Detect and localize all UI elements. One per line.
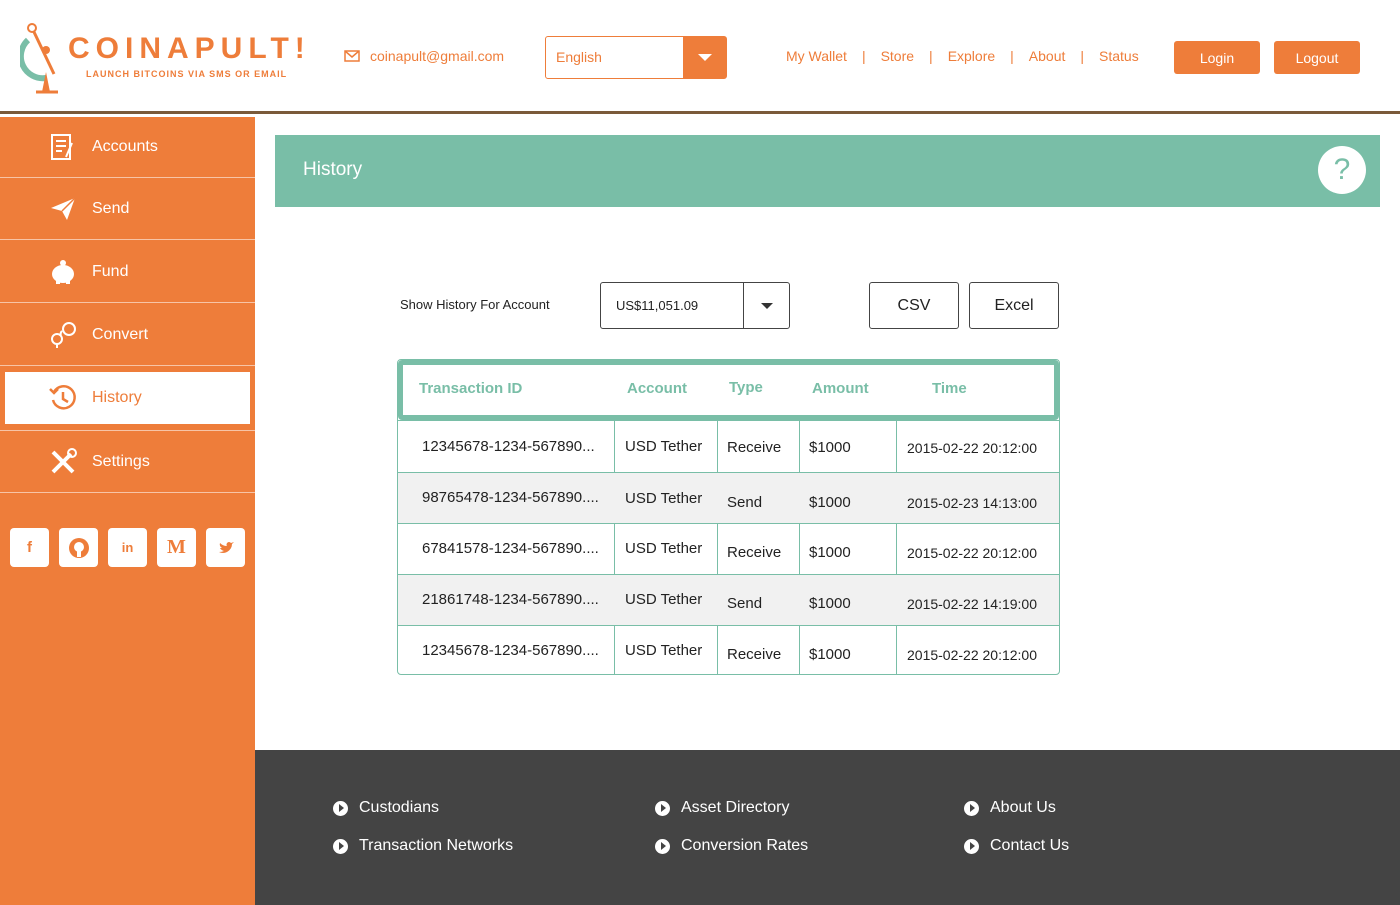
footer-link-custodians[interactable]: Custodians bbox=[333, 799, 439, 817]
table-header: Transaction ID Account Type Amount Time bbox=[398, 360, 1059, 420]
sidebar-item-label: Fund bbox=[92, 262, 129, 280]
twitter-icon[interactable] bbox=[206, 528, 245, 567]
page-title: History bbox=[303, 159, 363, 180]
sidebar-item-label: Settings bbox=[92, 452, 150, 470]
brand-tagline: LAUNCH BITCOINS VIA SMS OR EMAIL bbox=[86, 69, 288, 79]
linkedin-icon[interactable]: in bbox=[108, 528, 147, 567]
sidebar-item-fund[interactable]: Fund bbox=[0, 241, 255, 303]
chevron-down-icon[interactable] bbox=[683, 37, 726, 78]
page-header: History ? bbox=[275, 135, 1380, 207]
sidebar-item-settings[interactable]: Settings bbox=[0, 431, 255, 493]
paper-plane-icon bbox=[48, 194, 78, 224]
facebook-icon[interactable]: f bbox=[10, 528, 49, 567]
nav-status[interactable]: Status bbox=[1099, 48, 1139, 64]
medium-icon[interactable]: M bbox=[157, 528, 196, 567]
catapult-icon bbox=[20, 23, 58, 94]
coinapult-logo[interactable]: COINAPULT! LAUNCH BITCOINS VIA SMS OR EM… bbox=[20, 22, 305, 94]
csv-button[interactable]: CSV bbox=[869, 282, 959, 329]
chevron-right-icon bbox=[333, 838, 348, 854]
email-text: coinapult@gmail.com bbox=[370, 48, 505, 64]
top-nav: My Wallet | Store | Explore | About | St… bbox=[786, 48, 1139, 64]
sidebar-item-label: History bbox=[92, 389, 142, 406]
envelope-icon bbox=[344, 50, 360, 62]
column-header[interactable]: Type bbox=[729, 379, 763, 396]
nav-store[interactable]: Store bbox=[881, 48, 914, 64]
footer-link-asset-directory[interactable]: Asset Directory bbox=[655, 799, 789, 817]
column-header[interactable]: Transaction ID bbox=[419, 380, 522, 397]
contact-email[interactable]: coinapult@gmail.com bbox=[344, 48, 504, 64]
account-select[interactable]: US$11,051.09 bbox=[600, 282, 790, 329]
github-icon[interactable] bbox=[59, 528, 98, 567]
footer-link-contact-us[interactable]: Contact Us bbox=[964, 837, 1069, 855]
history-table: Transaction ID Account Type Amount Time … bbox=[397, 359, 1060, 675]
language-select[interactable]: English bbox=[545, 36, 727, 79]
account-filter-label: Show History For Account bbox=[400, 297, 550, 312]
account-value: US$11,051.09 bbox=[616, 298, 699, 313]
accounts-icon bbox=[48, 132, 78, 162]
login-button[interactable]: Login bbox=[1174, 41, 1260, 74]
header: COINAPULT! LAUNCH BITCOINS VIA SMS OR EM… bbox=[0, 0, 1400, 114]
sidebar-item-accounts[interactable]: Accounts bbox=[0, 117, 255, 178]
sidebar-item-label: Convert bbox=[92, 325, 149, 343]
footer: Custodians Transaction Networks Asset Di… bbox=[255, 750, 1400, 905]
nav-about[interactable]: About bbox=[1029, 48, 1066, 64]
sidebar-item-history[interactable]: History bbox=[0, 367, 255, 431]
history-icon bbox=[48, 383, 78, 413]
table-row[interactable]: 21861748-1234-567890.... USD Tether Send… bbox=[398, 574, 1059, 625]
sidebar: Accounts Send Fund Convert History Setti… bbox=[0, 117, 255, 905]
column-header[interactable]: Account bbox=[627, 380, 687, 397]
sidebar-item-convert[interactable]: Convert bbox=[0, 304, 255, 366]
excel-button[interactable]: Excel bbox=[969, 282, 1059, 329]
logout-button[interactable]: Logout bbox=[1274, 41, 1360, 74]
convert-icon bbox=[48, 320, 78, 350]
brand-name: COINAPULT! bbox=[68, 32, 311, 65]
table-row[interactable]: 12345678-1234-567890.... USD Tether Rece… bbox=[398, 625, 1059, 674]
table-row[interactable]: 12345678-1234-567890... USD Tether Recei… bbox=[398, 420, 1059, 472]
piggy-bank-icon bbox=[48, 257, 78, 287]
nav-explore[interactable]: Explore bbox=[948, 48, 995, 64]
chevron-right-icon bbox=[964, 800, 979, 816]
chevron-right-icon bbox=[964, 838, 979, 854]
chevron-right-icon bbox=[333, 800, 348, 816]
nav-my-wallet[interactable]: My Wallet bbox=[786, 48, 847, 64]
language-value: English bbox=[556, 49, 602, 65]
chevron-down-icon bbox=[761, 303, 773, 309]
chevron-right-icon bbox=[655, 838, 670, 854]
tools-icon bbox=[48, 447, 78, 477]
help-button[interactable]: ? bbox=[1318, 146, 1366, 194]
footer-link-about-us[interactable]: About Us bbox=[964, 799, 1056, 817]
footer-link-transaction-networks[interactable]: Transaction Networks bbox=[333, 837, 513, 855]
footer-link-conversion-rates[interactable]: Conversion Rates bbox=[655, 837, 808, 855]
chevron-right-icon bbox=[655, 800, 670, 816]
column-header[interactable]: Time bbox=[932, 380, 967, 397]
table-row[interactable]: 98765478-1234-567890.... USD Tether Send… bbox=[398, 472, 1059, 523]
sidebar-item-send[interactable]: Send bbox=[0, 178, 255, 240]
table-row[interactable]: 67841578-1234-567890.... USD Tether Rece… bbox=[398, 523, 1059, 574]
sidebar-item-label: Accounts bbox=[92, 138, 158, 155]
column-header[interactable]: Amount bbox=[812, 380, 869, 397]
sidebar-item-label: Send bbox=[92, 199, 130, 217]
